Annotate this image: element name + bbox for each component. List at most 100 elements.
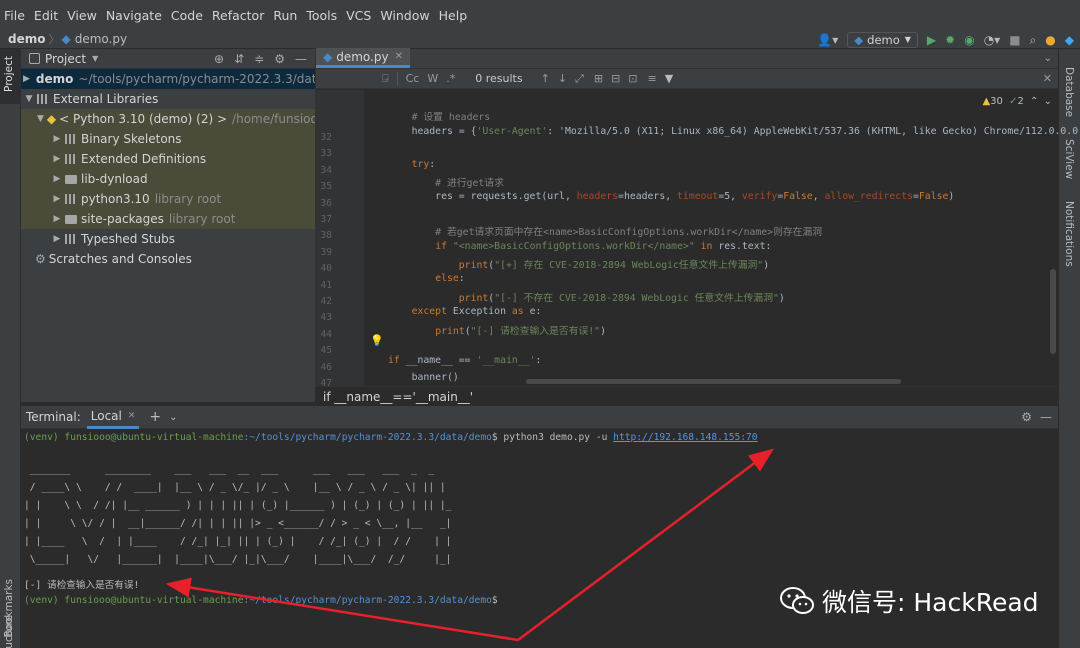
project-panel-title[interactable]: Project bbox=[45, 52, 86, 66]
arrow-up-icon[interactable]: ↑ bbox=[541, 72, 550, 85]
code-line[interactable]: try: bbox=[388, 159, 436, 170]
target-url-link[interactable]: http://192.168.148.155:70 bbox=[613, 432, 757, 443]
code-line[interactable]: # 进行get请求 bbox=[388, 175, 504, 189]
inspection-widget[interactable]: ▲30 ✓2 ⌃ ⌄ bbox=[982, 96, 1052, 107]
locate-icon[interactable]: ⊕ bbox=[214, 52, 224, 66]
menu-file[interactable]: File bbox=[4, 8, 25, 23]
run-icon[interactable]: ▶ bbox=[927, 34, 936, 46]
menu-help[interactable]: Help bbox=[439, 8, 468, 23]
hide-icon[interactable]: — bbox=[295, 52, 307, 66]
menu-edit[interactable]: Edit bbox=[34, 8, 58, 23]
close-icon[interactable]: ✕ bbox=[395, 51, 403, 62]
terminal-prompt-line[interactable]: (venv) funsiooo@ubuntu-virtual-machine:~… bbox=[24, 595, 498, 606]
menu-window[interactable]: Window bbox=[380, 8, 429, 23]
vertical-scrollbar[interactable] bbox=[1050, 269, 1056, 354]
find-bar: ⍈ Cc W .* 0 results ↑ ↓ ⤢ ⊞ ⊟ ⊡ ≡ ▼ ✕ bbox=[316, 69, 1058, 89]
regex-icon[interactable]: ⍈ bbox=[382, 72, 389, 86]
code-line[interactable]: print("[+] 存在 CVE-2018-2894 WebLogic任意文件… bbox=[388, 257, 769, 271]
structure-tool-tab[interactable]: Structure bbox=[3, 615, 15, 648]
chevron-down-icon[interactable]: ⌄ bbox=[1044, 96, 1052, 107]
select-all-icon[interactable]: ⊡ bbox=[628, 72, 637, 85]
command-text: $ python3 demo.py -u bbox=[491, 432, 614, 443]
match-case-toggle[interactable]: Cc bbox=[406, 72, 420, 85]
code-line[interactable]: except Exception as e: bbox=[388, 306, 542, 317]
breadcrumb-project[interactable]: demo bbox=[8, 32, 45, 46]
update-icon[interactable]: ● bbox=[1045, 34, 1055, 46]
chevron-down-icon[interactable]: ▼ bbox=[92, 54, 98, 63]
code-line[interactable]: banner() bbox=[388, 372, 459, 383]
tab-demo-py[interactable]: ◆ demo.py ✕ bbox=[316, 48, 410, 68]
breadcrumb-file[interactable]: demo.py bbox=[75, 32, 127, 46]
profile-icon[interactable]: ◔▾ bbox=[984, 34, 1001, 46]
project-tool-tab[interactable]: Project bbox=[3, 56, 15, 92]
menu-refactor[interactable]: Refactor bbox=[212, 8, 264, 23]
arrow-down-icon[interactable]: ↓ bbox=[558, 72, 567, 85]
user-icon[interactable]: 👤▾ bbox=[817, 34, 838, 46]
gear-icon[interactable]: ⚙ bbox=[1021, 410, 1032, 424]
code-line[interactable]: print("[-] 请检查输入是否有误!") bbox=[388, 323, 606, 337]
menu-run[interactable]: Run bbox=[273, 8, 297, 23]
main-toolbar: 👤▾ ◆ demo ▼ ▶ ✹ ◉ ◔▾ ■ ⌕ ● ◆ bbox=[817, 30, 1074, 49]
tree-item-python-sdk[interactable]: ▼ ◆ < Python 3.10 (demo) (2) > /home/funs… bbox=[21, 109, 315, 129]
tree-item-scratches[interactable]: ⚙ Scratches and Consoles bbox=[21, 249, 315, 269]
menu-tools[interactable]: Tools bbox=[306, 8, 337, 23]
regex-toggle[interactable]: .* bbox=[446, 72, 455, 85]
tree-item-typeshed-stubs[interactable]: ▶ Typeshed Stubs bbox=[21, 229, 315, 249]
code-line[interactable]: else: bbox=[388, 273, 465, 284]
notifications-tool-tab[interactable]: Notifications bbox=[1063, 201, 1075, 267]
tabs-menu-icon[interactable]: ⌄ bbox=[1044, 53, 1052, 64]
tree-item-extended-definitions[interactable]: ▶ Extended Definitions bbox=[21, 149, 315, 169]
coverage-icon[interactable]: ◉ bbox=[964, 34, 974, 46]
code-line[interactable]: # 若get请求页面中存在<name>BasicConfigOptions.wo… bbox=[388, 224, 822, 238]
filter-icon[interactable]: ≡ bbox=[648, 72, 657, 85]
menu-vcs[interactable]: VCS bbox=[346, 8, 371, 23]
debug-icon[interactable]: ✹ bbox=[945, 34, 955, 46]
open-window-icon[interactable]: ⤢ bbox=[575, 72, 584, 86]
prompt-path: :~/tools/pycharm/pycharm-2022.3.3/data/d… bbox=[243, 432, 492, 443]
gear-icon[interactable]: ⚙ bbox=[274, 52, 285, 66]
code-line[interactable]: print("[-] 不存在 CVE-2018-2894 WebLogic 任意… bbox=[388, 290, 785, 304]
run-config-selector[interactable]: ◆ demo ▼ bbox=[847, 31, 918, 48]
error-message: [-] 请检查输入是否有误! bbox=[24, 580, 140, 591]
menu-code[interactable]: Code bbox=[171, 8, 203, 23]
python-icon: ◆ bbox=[854, 32, 864, 47]
close-icon[interactable]: ✕ bbox=[1043, 72, 1052, 85]
remove-selection-icon[interactable]: ⊟ bbox=[611, 72, 620, 85]
tree-item-root[interactable]: ▶ demo ~/tools/pycharm/pycharm-2022.3.3/… bbox=[21, 69, 315, 89]
code-breadcrumb[interactable]: if __name__=='__main__' bbox=[315, 386, 1058, 406]
add-selection-icon[interactable]: ⊞ bbox=[594, 72, 603, 85]
tree-item-site-packages[interactable]: ▶ site-packages library root bbox=[21, 209, 315, 229]
chevron-down-icon[interactable]: ⌄ bbox=[169, 412, 177, 423]
search-icon[interactable]: ⌕ bbox=[1030, 34, 1037, 46]
whole-words-toggle[interactable]: W bbox=[427, 72, 438, 85]
close-icon[interactable]: ✕ bbox=[128, 411, 136, 421]
collapse-all-icon[interactable]: ≑ bbox=[254, 52, 264, 66]
jetbrains-icon[interactable]: ◆ bbox=[1065, 34, 1074, 46]
add-tab-icon[interactable]: + bbox=[149, 409, 161, 425]
tree-item-lib-dynload[interactable]: ▶ lib-dynload bbox=[21, 169, 315, 189]
code-line[interactable]: if __name__ == '__main__': bbox=[388, 355, 541, 366]
hide-icon[interactable]: — bbox=[1040, 410, 1052, 424]
tree-item-label: Typeshed Stubs bbox=[81, 232, 176, 246]
tree-item-python310[interactable]: ▶ python3.10 library root bbox=[21, 189, 315, 209]
navigation-bar: demo 〉 ◆ demo.py 👤▾ ◆ demo ▼ ▶ ✹ ◉ ◔▾ ■ ⌕ … bbox=[0, 30, 1080, 49]
menu-view[interactable]: View bbox=[67, 8, 97, 23]
database-tool-tab[interactable]: Database bbox=[1063, 67, 1075, 117]
filter-funnel-icon[interactable]: ▼ bbox=[665, 72, 673, 85]
lightbulb-icon[interactable]: 💡 bbox=[370, 334, 384, 347]
code-line[interactable]: res = requests.get(url, headers=headers,… bbox=[388, 191, 954, 202]
horizontal-scrollbar[interactable] bbox=[526, 379, 901, 384]
tree-item-binary-skeletons[interactable]: ▶ Binary Skeletons bbox=[21, 129, 315, 149]
stop-icon[interactable]: ■ bbox=[1009, 34, 1020, 46]
tree-item-label: site-packages bbox=[81, 212, 164, 226]
tree-item-external-libraries[interactable]: ▼ External Libraries bbox=[21, 89, 315, 109]
tab-local[interactable]: Local ✕ bbox=[86, 406, 140, 429]
menu-navigate[interactable]: Navigate bbox=[106, 8, 162, 23]
tree-item-label: lib-dynload bbox=[81, 172, 148, 186]
expand-all-icon[interactable]: ⇵ bbox=[234, 52, 244, 66]
code-line[interactable]: # 设置 headers bbox=[388, 109, 491, 123]
sciview-tool-tab[interactable]: SciView bbox=[1063, 139, 1075, 179]
chevron-up-icon[interactable]: ⌃ bbox=[1030, 96, 1038, 107]
code-line[interactable]: if "<name>BasicConfigOptions.workDir</na… bbox=[388, 241, 771, 252]
code-line[interactable]: headers = {'User-Agent': 'Mozilla/5.0 (X… bbox=[388, 126, 1079, 137]
